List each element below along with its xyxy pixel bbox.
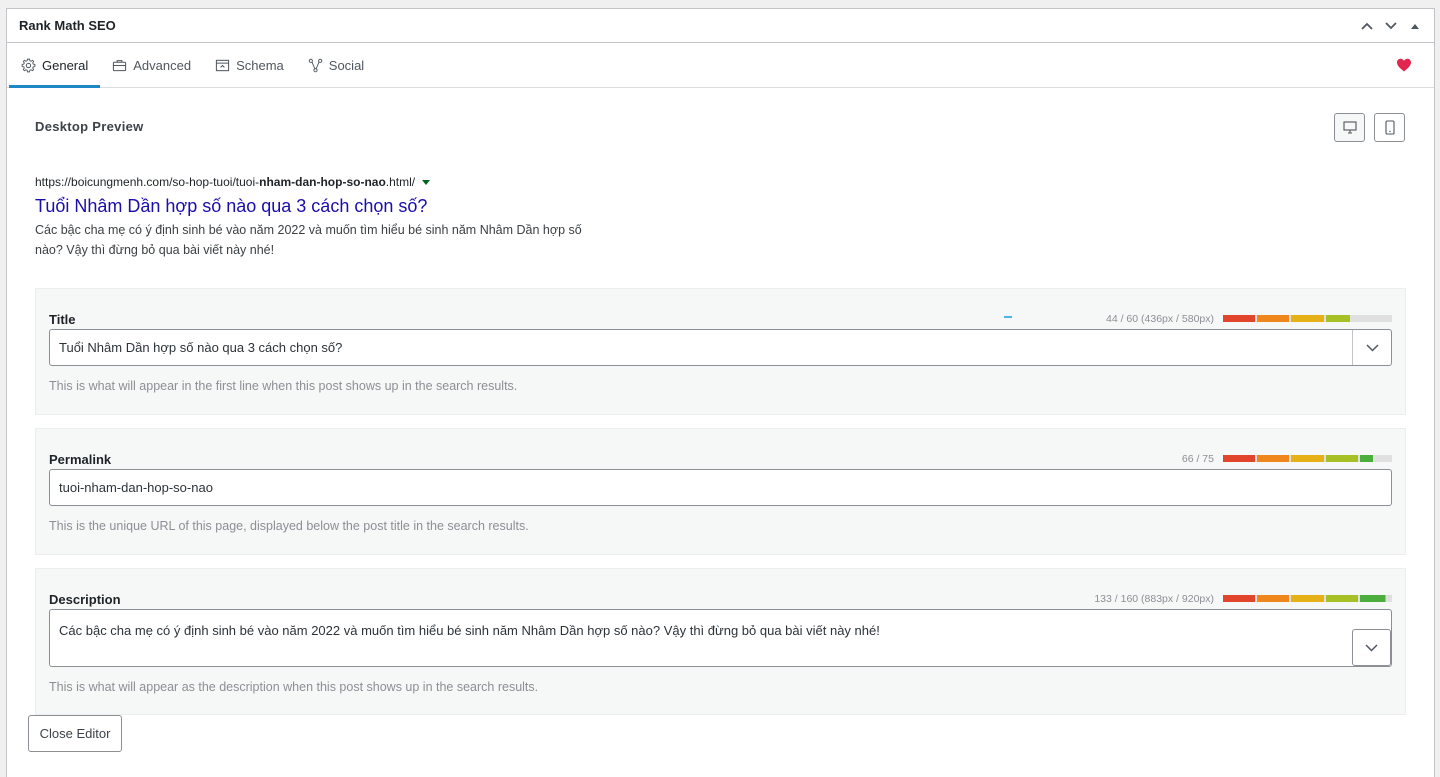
title-help: This is what will appear in the first li… — [49, 379, 518, 393]
serp-preview: https://boicungmenh.com/so-hop-tuoi/tuoi… — [35, 173, 1406, 260]
permalink-label: Permalink — [49, 452, 112, 467]
url-caret-icon — [422, 179, 431, 185]
general-tab-content: Desktop Preview https://boicungmenh.com/… — [7, 88, 1434, 715]
title-field-box: Title 44 / 60 (436px / 580px) Tuổi Nhâm … — [35, 288, 1406, 415]
length-bar-segment — [1223, 315, 1256, 322]
serp-url-suffix: .html/ — [385, 175, 416, 189]
cursor-marker — [1004, 316, 1012, 318]
length-bar-segment — [1359, 455, 1392, 462]
chevron-up-icon — [1361, 22, 1373, 30]
tab-advanced[interactable]: Advanced — [100, 43, 203, 87]
title-label: Title — [49, 312, 76, 327]
preview-label: Desktop Preview — [35, 119, 144, 134]
serp-url: https://boicungmenh.com/so-hop-tuoi/tuoi… — [35, 173, 1406, 191]
mobile-preview-button[interactable] — [1374, 113, 1405, 142]
description-label: Description — [49, 592, 121, 607]
gear-icon — [21, 58, 36, 72]
tab-social[interactable]: Social — [296, 43, 376, 87]
tab-general-label: General — [42, 57, 89, 73]
chevron-down-icon — [1365, 343, 1379, 352]
title-counter: 44 / 60 (436px / 580px) — [1106, 313, 1214, 325]
preview-header: Desktop Preview — [35, 88, 1406, 173]
metabox-header: Rank Math SEO — [7, 9, 1434, 43]
length-bar-segment — [1325, 455, 1358, 462]
mobile-icon — [1384, 120, 1395, 135]
title-input[interactable]: Tuổi Nhâm Dần hợp số nào qua 3 cách chọn… — [49, 329, 1392, 366]
length-bar-segment — [1257, 595, 1290, 602]
length-bar-segment — [1257, 455, 1290, 462]
permalink-input[interactable]: tuoi-nham-dan-hop-so-nao — [49, 469, 1392, 506]
move-down-button[interactable] — [1382, 17, 1400, 35]
close-editor-button[interactable]: Close Editor — [28, 715, 122, 752]
serp-description: Các bậc cha mẹ có ý định sinh bé vào năm… — [35, 223, 582, 257]
permalink-length-bar — [1223, 455, 1392, 462]
length-bar-segment — [1325, 315, 1358, 322]
permalink-field-box: Permalink 66 / 75 tuoi-nham-dan-hop-so-n… — [35, 428, 1406, 555]
length-bar-segment — [1291, 455, 1324, 462]
permalink-field-header: Permalink 66 / 75 — [49, 429, 1392, 469]
move-up-button[interactable] — [1358, 17, 1376, 35]
metabox-title: Rank Math SEO — [19, 18, 116, 33]
social-icon — [308, 58, 323, 72]
title-variables-button[interactable] — [1352, 330, 1391, 365]
metabox-actions — [1358, 17, 1424, 35]
tab-schema[interactable]: Schema — [203, 43, 296, 87]
length-bar-segment — [1291, 595, 1324, 602]
length-bar-segment — [1359, 315, 1392, 322]
chevron-down-icon — [1365, 643, 1378, 652]
schema-icon — [215, 59, 230, 71]
length-bar-segment — [1291, 315, 1324, 322]
length-bar-segment — [1325, 595, 1358, 602]
toggle-panel-button[interactable] — [1406, 17, 1424, 35]
title-input-value[interactable]: Tuổi Nhâm Dần hợp số nào qua 3 cách chọn… — [50, 340, 1352, 355]
serp-url-prefix: https://boicungmenh.com/so-hop-tuoi/tuoi… — [35, 175, 260, 189]
device-toggle — [1334, 113, 1405, 142]
tab-schema-label: Schema — [236, 57, 284, 73]
description-length-bar — [1223, 595, 1392, 602]
chevron-down-icon — [1385, 22, 1397, 30]
length-bar-segment — [1223, 455, 1256, 462]
serp-url-slug: nham-dan-hop-so-nao — [259, 175, 386, 189]
description-variables-button[interactable] — [1352, 629, 1391, 666]
length-bar-segment — [1359, 595, 1392, 602]
rank-math-metabox: Rank Math SEO General Advanced Schema So… — [6, 8, 1435, 777]
tab-social-label: Social — [328, 57, 365, 73]
tab-bar: General Advanced Schema Social — [7, 43, 1434, 88]
title-length-bar — [1223, 315, 1392, 322]
length-bar-segment — [1223, 595, 1256, 602]
description-counter: 133 / 160 (883px / 920px) — [1094, 593, 1214, 605]
desktop-preview-button[interactable] — [1334, 113, 1365, 142]
permalink-help: This is the unique URL of this page, dis… — [49, 519, 529, 533]
serp-title[interactable]: Tuổi Nhâm Dần hợp số nào qua 3 cách chọn… — [35, 194, 1406, 218]
desktop-icon — [1342, 121, 1357, 134]
description-field-header: Description 133 / 160 (883px / 920px) — [49, 569, 1392, 609]
description-field-box: Description 133 / 160 (883px / 920px) Cá… — [35, 568, 1406, 715]
caret-up-icon — [1411, 23, 1419, 29]
description-textarea-value[interactable]: Các bậc cha mẹ có ý định sinh bé vào năm… — [50, 610, 1391, 638]
length-bar-segment — [1257, 315, 1290, 322]
tab-general[interactable]: General — [9, 43, 101, 88]
description-help: This is what will appear as the descript… — [49, 680, 539, 694]
description-textarea[interactable]: Các bậc cha mẹ có ý định sinh bé vào năm… — [49, 609, 1392, 667]
briefcase-icon — [113, 59, 127, 71]
heart-icon[interactable] — [1396, 57, 1412, 73]
permalink-counter: 66 / 75 — [1181, 453, 1214, 465]
tab-advanced-label: Advanced — [133, 57, 192, 73]
title-field-header: Title 44 / 60 (436px / 580px) — [49, 289, 1392, 329]
permalink-input-value[interactable]: tuoi-nham-dan-hop-so-nao — [50, 480, 1391, 495]
